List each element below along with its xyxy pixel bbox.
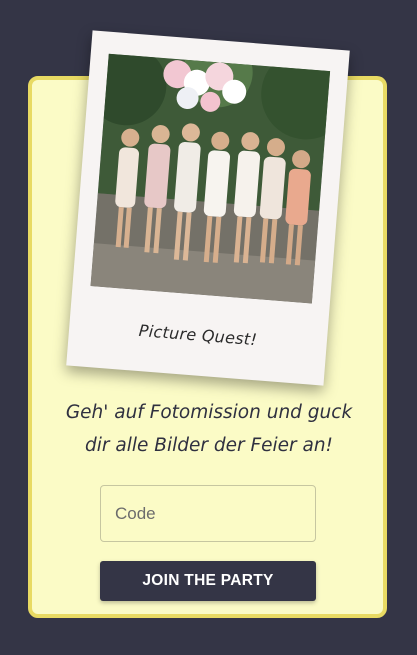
intro-text: Geh' auf Fotomission und guck dir alle B…	[44, 396, 374, 462]
group-photo-illustration	[90, 53, 331, 304]
polaroid-caption: Picture Quest!	[138, 320, 258, 350]
group-photo-image	[90, 53, 331, 304]
polaroid-frame: Picture Quest!	[66, 30, 350, 386]
code-input[interactable]	[100, 485, 316, 542]
intro-line-2: dir alle Bilder der Feier an!	[85, 435, 333, 456]
join-party-button[interactable]: JOIN THE PARTY	[100, 561, 316, 601]
page: Picture Quest! Geh' auf Fotomission und …	[0, 0, 417, 655]
intro-line-1: Geh' auf Fotomission und guck	[65, 402, 353, 423]
